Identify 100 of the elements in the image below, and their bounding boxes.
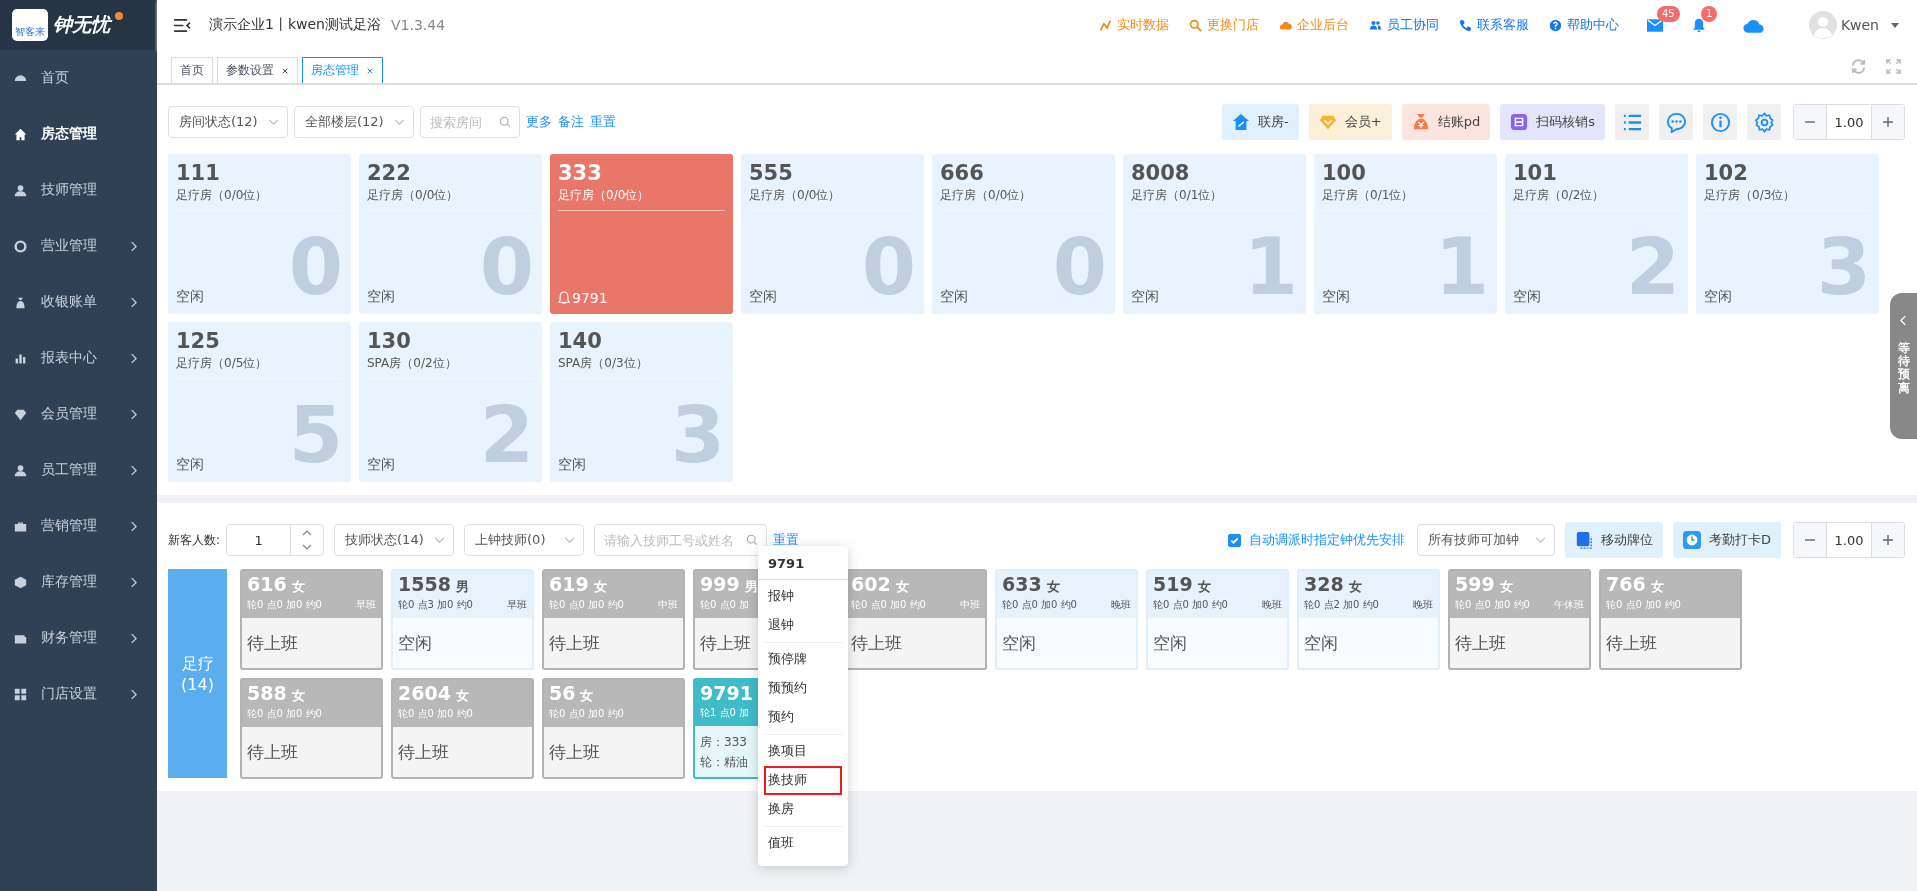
shift-label: 中班 xyxy=(658,598,678,612)
room-number: 111 xyxy=(176,161,221,185)
room-type: 足疗房（0/3位） xyxy=(1704,187,1797,204)
gender-label: 女 xyxy=(1650,578,1664,596)
technician-status: 待上班 xyxy=(398,740,449,764)
shift-label: 早班 xyxy=(356,598,376,612)
room-number: 100 xyxy=(1322,161,1367,185)
technician-number: 633 xyxy=(1002,573,1042,595)
room-status: 空闲 xyxy=(176,456,204,474)
room-number: 222 xyxy=(367,161,412,185)
technician-status: 空闲 xyxy=(1002,631,1036,655)
technician-number: 619 xyxy=(549,573,589,595)
room-number: 666 xyxy=(940,161,985,185)
room-type: 足疗房（0/0位） xyxy=(176,187,269,204)
shift-label: 早班 xyxy=(507,598,527,612)
service-stats: 轮1 点0 加 xyxy=(700,706,750,720)
technician-status: 待上班 xyxy=(247,631,298,655)
room-type: 足疗房（0/5位） xyxy=(176,355,269,372)
technician-number: 588 xyxy=(247,682,287,704)
gender-label: 女 xyxy=(895,578,909,596)
room-status: 空闲 xyxy=(367,288,395,306)
gender-label: 男 xyxy=(455,578,469,596)
technician-number: 766 xyxy=(1606,573,1646,595)
version-label: V1.3.44 xyxy=(390,17,446,33)
technician-number: 9791 xyxy=(572,290,608,306)
service-stats: 轮0 点0 加0 约0 xyxy=(549,598,624,612)
technician-number: 1558 xyxy=(398,573,451,595)
room-number: 125 xyxy=(176,329,221,353)
menu-title: 9791 xyxy=(758,550,848,580)
service-stats: 轮0 点0 加0 约0 xyxy=(549,707,624,721)
mail-badge: 45 xyxy=(1656,5,1680,22)
room-status: 空闲 xyxy=(1322,288,1350,306)
technician-status: 空闲 xyxy=(1153,631,1187,655)
gender-label: 女 xyxy=(1197,578,1211,596)
room-number: 555 xyxy=(749,161,794,185)
technician-status: 待上班 xyxy=(1606,631,1657,655)
gender-label: 女 xyxy=(291,578,305,596)
service-stats: 轮0 点0 加0 约0 xyxy=(1153,598,1228,612)
technician-status: 待上班 xyxy=(1455,631,1506,655)
technician-status: 待上班 xyxy=(549,631,600,655)
guest-count-label: 新客人数: xyxy=(168,531,221,549)
room-type: 足疗房（0/0位） xyxy=(558,187,651,204)
technician-number: 328 xyxy=(1304,573,1344,595)
room-type: 足疗房（0/0位） xyxy=(749,187,842,204)
room-status: 空闲 xyxy=(176,288,204,306)
technician-number: 599 xyxy=(1455,573,1495,595)
room-status: 空闲 xyxy=(749,288,777,306)
gender-label: 女 xyxy=(291,687,305,705)
room-type: SPA房（0/2位） xyxy=(367,355,458,372)
technician-status: 待上班 xyxy=(549,740,600,764)
room-number: 102 xyxy=(1704,161,1749,185)
bell-badge: 1 xyxy=(1700,5,1718,22)
room-number: 101 xyxy=(1513,161,1558,185)
service-stats: 轮0 点0 加 xyxy=(700,598,750,612)
room-status: 空闲 xyxy=(1513,288,1541,306)
service-detail: 轮：精油 xyxy=(700,753,748,771)
service-stats: 轮0 点0 加0 约0 xyxy=(851,598,926,612)
room-number: 333 xyxy=(558,161,603,185)
technician-status: 待上班 xyxy=(247,740,298,764)
service-stats: 轮0 点0 加0 约0 xyxy=(247,707,322,721)
room-type: 足疗房（0/1位） xyxy=(1131,187,1224,204)
service-stats: 轮0 点2 加0 约0 xyxy=(1304,598,1379,612)
room-type: 足疗房（0/2位） xyxy=(1513,187,1606,204)
store-title: 演示企业1丨kwen测试足浴 xyxy=(209,16,381,34)
room-type: 足疗房（0/0位） xyxy=(367,187,460,204)
service-stats: 轮0 点0 加0 约0 xyxy=(398,707,473,721)
room-type: 足疗房（0/0位） xyxy=(940,187,1033,204)
shift-label: 晚班 xyxy=(1262,598,1282,612)
technician-number: 616 xyxy=(247,573,287,595)
room-status: 空闲 xyxy=(558,456,586,474)
shift-label: 晚班 xyxy=(1413,598,1433,612)
technician-number: 2604 xyxy=(398,682,451,704)
technician-number: 519 xyxy=(1153,573,1193,595)
service-detail: 房：333 xyxy=(700,733,747,751)
shift-label: 晚班 xyxy=(1111,598,1131,612)
technician-number: 56 xyxy=(549,682,576,704)
gender-label: 男 xyxy=(744,578,758,596)
service-stats: 轮0 点0 加0 约0 xyxy=(1455,598,1530,612)
service-stats: 轮0 点0 加0 约0 xyxy=(1002,598,1077,612)
shift-label: 午休班 xyxy=(1554,598,1584,612)
room-status: 空闲 xyxy=(367,456,395,474)
technician-number: 602 xyxy=(851,573,891,595)
service-stats: 轮0 点3 加0 约0 xyxy=(398,598,473,612)
technician-status: 待上班 xyxy=(700,631,751,655)
shift-label: 中班 xyxy=(960,598,980,612)
technician-status: 空闲 xyxy=(398,631,432,655)
room-number: 130 xyxy=(367,329,412,353)
gender-label: 女 xyxy=(1348,578,1362,596)
room-type: SPA房（0/3位） xyxy=(558,355,649,372)
gender-label: 女 xyxy=(1046,578,1060,596)
room-number: 140 xyxy=(558,329,603,353)
gender-label: 女 xyxy=(1499,578,1513,596)
gender-label: 女 xyxy=(580,687,594,705)
room-type: 足疗房（0/1位） xyxy=(1322,187,1415,204)
room-status: 空闲 xyxy=(1704,288,1732,306)
technician-number: 999 xyxy=(700,573,740,595)
technician-number: 9791 xyxy=(700,682,753,704)
gender-label: 女 xyxy=(593,578,607,596)
gender-label: 女 xyxy=(455,687,469,705)
technician-status: 空闲 xyxy=(1304,631,1338,655)
